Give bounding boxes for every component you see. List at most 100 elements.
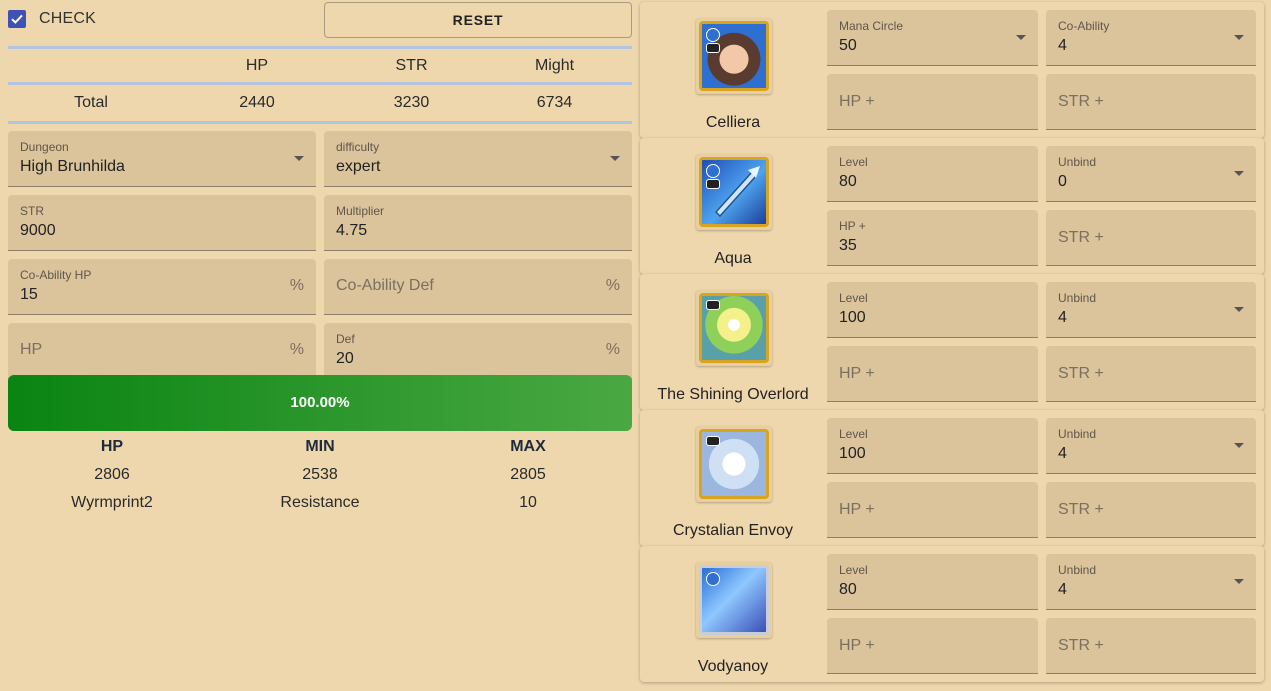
field-label: Unbind <box>1058 563 1097 577</box>
field-label: Mana Circle <box>839 19 904 33</box>
unbind-select[interactable]: Unbind 0 <box>1046 146 1256 202</box>
unbind-select[interactable]: Unbind 4 <box>1046 282 1256 338</box>
field-label: Level <box>839 427 868 441</box>
field-label: Unbind <box>1058 155 1097 169</box>
str-plus-input[interactable]: STR + <box>1046 618 1256 674</box>
dropdown-arrow-icon[interactable] <box>1234 307 1244 312</box>
result-amount: 10 <box>519 494 537 511</box>
result-type: Resistance <box>280 494 360 511</box>
def-label: Def <box>336 332 355 346</box>
stats-header-row: HP STR Might <box>8 49 632 82</box>
multiplier-input[interactable]: Multiplier 4.75 <box>324 195 632 251</box>
total-label: Total <box>74 94 108 111</box>
difficulty-select[interactable]: difficulty expert <box>324 131 632 187</box>
dragon-spear-portrait-icon[interactable] <box>696 154 772 230</box>
top-bar: CHECK RESET <box>8 0 632 46</box>
wyrmprint-portrait-icon[interactable] <box>696 290 772 366</box>
level-input[interactable]: Level 80 <box>827 146 1038 202</box>
def-input[interactable]: Def 20 % <box>324 323 632 379</box>
results-table: HP MIN MAX 2806 2538 2805 Wyrmprint2 Res… <box>8 433 632 517</box>
hp-plus-input[interactable]: HP + <box>827 482 1038 538</box>
str-input[interactable]: STR 9000 <box>8 195 316 251</box>
str-plus-input[interactable]: STR + <box>1046 210 1256 266</box>
field-placeholder: HP + <box>839 365 875 382</box>
stats-header-might: Might <box>534 57 575 74</box>
unit-name: Crystalian Envoy <box>672 522 794 539</box>
adventurer-portrait-icon[interactable] <box>696 18 772 94</box>
hp-input[interactable]: HP % <box>8 323 316 379</box>
hp-plus-input[interactable]: HP + <box>827 74 1038 130</box>
unbind-select[interactable]: Unbind 4 <box>1046 418 1256 474</box>
reset-button[interactable]: RESET <box>324 2 632 38</box>
str-plus-input[interactable]: STR + <box>1046 346 1256 402</box>
dropdown-arrow-icon[interactable] <box>1234 35 1244 40</box>
unit-card: Celliera Mana Circle 50 Co-Ability 4 HP … <box>640 2 1264 138</box>
field-placeholder: HP + <box>839 637 875 654</box>
dropdown-arrow-icon[interactable] <box>1234 579 1244 584</box>
coability-hp-input[interactable]: Co-Ability HP 15 % <box>8 259 316 315</box>
dragon-portrait-icon[interactable] <box>696 562 772 638</box>
str-plus-input[interactable]: STR + <box>1046 74 1256 130</box>
settings-form: Dungeon High Brunhilda difficulty expert… <box>8 131 632 379</box>
unit-name: The Shining Overlord <box>657 386 809 403</box>
str-plus-input[interactable]: STR + <box>1046 482 1256 538</box>
field-placeholder: STR + <box>1058 93 1104 110</box>
percent-suffix: % <box>289 277 304 294</box>
field-label: Unbind <box>1058 291 1097 305</box>
dropdown-arrow-icon[interactable] <box>294 156 304 161</box>
field-label: HP + <box>839 219 866 233</box>
coability-def-input[interactable]: Co-Ability Def % <box>324 259 632 315</box>
percent-suffix: % <box>605 277 620 294</box>
coability-def-placeholder: Co-Ability Def <box>336 277 434 294</box>
settings-panel: CHECK RESET HP STR Might Total 2440 3230… <box>8 0 632 379</box>
field-label: Level <box>839 291 868 305</box>
unit-name: Vodyanoy <box>697 658 769 675</box>
hp-plus-input[interactable]: HP + <box>827 346 1038 402</box>
dropdown-arrow-icon[interactable] <box>610 156 620 161</box>
level-input[interactable]: Level 80 <box>827 554 1038 610</box>
element-badge-icon <box>706 28 720 42</box>
check-checkbox[interactable]: CHECK <box>8 8 96 30</box>
level-input[interactable]: Level 100 <box>827 418 1038 474</box>
divider <box>8 121 632 124</box>
dropdown-arrow-icon[interactable] <box>1234 171 1244 176</box>
field-label: Level <box>839 155 868 169</box>
element-badge-icon <box>706 164 720 178</box>
unit-card: Crystalian Envoy Level 100 Unbind 4 HP +… <box>640 410 1264 546</box>
dropdown-arrow-icon[interactable] <box>1234 443 1244 448</box>
check-label: CHECK <box>39 10 97 27</box>
progress-text: 100.00% <box>290 394 350 411</box>
dropdown-arrow-icon[interactable] <box>1016 35 1026 40</box>
dungeon-value: High Brunhilda <box>20 158 125 175</box>
field-placeholder: STR + <box>1058 365 1104 382</box>
unit-card: Aqua Level 80 Unbind 0 HP + 35 STR + <box>640 138 1264 274</box>
field-placeholder: HP + <box>839 501 875 518</box>
mana-circle-select[interactable]: Mana Circle 50 <box>827 10 1038 66</box>
multiplier-label: Multiplier <box>336 204 385 218</box>
wyrmprint-badge-icon <box>706 300 720 310</box>
str-value: 9000 <box>20 222 56 239</box>
hp-plus-input[interactable]: HP + <box>827 618 1038 674</box>
coability-select[interactable]: Co-Ability 4 <box>1046 10 1256 66</box>
field-value: 4 <box>1058 37 1067 54</box>
dungeon-label: Dungeon <box>20 140 69 154</box>
result-header-hp: HP <box>100 438 124 455</box>
wyrmprint-portrait-icon[interactable] <box>696 426 772 502</box>
field-value: 50 <box>839 37 857 54</box>
unbind-select[interactable]: Unbind 4 <box>1046 554 1256 610</box>
field-label: Level <box>839 563 868 577</box>
stats-total-row: Total 2440 3230 6734 <box>8 85 632 121</box>
level-input[interactable]: Level 100 <box>827 282 1038 338</box>
unit-name: Celliera <box>705 114 761 131</box>
weapon-badge-icon <box>706 179 720 189</box>
weapon-badge-icon <box>706 43 720 53</box>
unit-card: Vodyanoy Level 80 Unbind 4 HP + STR + <box>640 546 1264 682</box>
wyrmprint-badge-icon <box>706 436 720 446</box>
field-placeholder: STR + <box>1058 229 1104 246</box>
field-value: 100 <box>839 309 866 326</box>
total-str: 3230 <box>393 94 430 111</box>
field-placeholder: STR + <box>1058 637 1104 654</box>
hp-plus-input[interactable]: HP + 35 <box>827 210 1038 266</box>
dungeon-select[interactable]: Dungeon High Brunhilda <box>8 131 316 187</box>
checkbox-checked-icon[interactable] <box>8 10 26 28</box>
